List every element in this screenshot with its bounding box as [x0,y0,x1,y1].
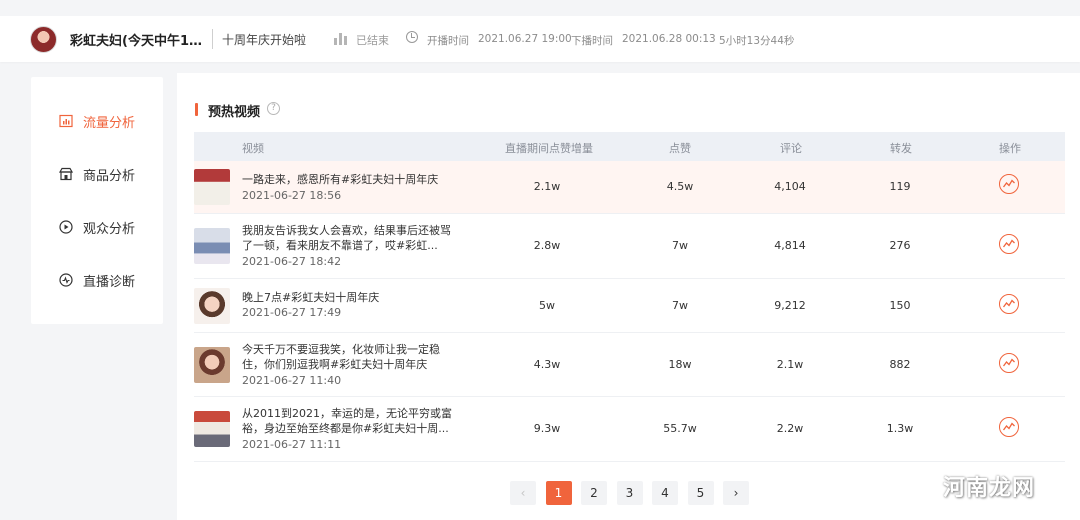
watermark: 河南龙网 [943,476,1036,501]
end-time: 2021.06.28 00:13 [622,33,716,45]
video-title[interactable]: 今天千万不要逗我笑，化妆师让我一定稳住，你们别逗我啊#彩虹夫妇十周年庆 [242,342,452,372]
live-status: 已结束 [356,34,389,47]
sidebar-item-products[interactable]: 商品分析 [58,164,136,184]
likes-value: 18w [668,358,692,371]
video-date: 2021-06-27 11:40 [242,374,342,387]
video-title[interactable]: 从2011到2021，幸运的是，无论平穷或富裕，身边至始至终都是你#彩虹夫妇十周… [242,406,452,436]
trend-chart-icon[interactable] [999,294,1019,314]
comments-value: 2.1w [776,358,804,371]
video-title[interactable]: 我朋友告诉我女人会喜欢，结果事后还被骂了一顿，看来朋友不靠谱了，哎#彩虹... [242,223,452,253]
start-time: 2021.06.27 19:00 [478,33,572,45]
sidebar-item-traffic[interactable]: 流量分析 [59,111,135,131]
likes-value: 55.7w [663,422,697,435]
shares-value: 1.3w [886,422,914,435]
likes-value: 7w [672,239,688,252]
video-thumbnail[interactable] [194,288,230,324]
start-label: 开播时间 [427,35,469,47]
like-increase-value: 5w [539,299,555,312]
comments-value: 4,104 [774,180,806,193]
like-increase-value: 9.3w [533,422,561,435]
bar-chart-icon [59,114,73,128]
video-date: 2021-06-27 18:42 [242,255,342,268]
bar-chart-icon [334,32,348,45]
trend-chart-icon[interactable] [999,353,1019,373]
video-date: 2021-06-27 11:11 [242,438,342,451]
video-title[interactable]: 晚上7点#彩虹夫妇十周年庆 [242,290,452,305]
video-thumbnail[interactable] [194,411,230,447]
shares-value: 276 [889,239,911,252]
table-row[interactable]: 从2011到2021，幸运的是，无论平穷或富裕，身边至始至终都是你#彩虹夫妇十周… [194,397,1065,462]
sidebar-item-diagnosis[interactable]: 直播诊断 [59,270,135,290]
host-name[interactable]: 彩虹夫妇(今天中午12... [70,30,205,49]
like-increase-value: 4.3w [533,358,561,371]
table-row[interactable]: 晚上7点#彩虹夫妇十周年庆 2021-06-27 17:49 5w 7w 9,2… [194,279,1065,333]
table-header: 视频 直播期间点赞增量 点赞 评论 转发 操作 [194,132,1065,161]
live-header: 彩虹夫妇(今天中午12... 十周年庆开始啦 已结束 开播时间 2021.06.… [0,16,1080,62]
column-header-actions: 操作 [999,142,1021,155]
column-header-video: 视频 [242,142,264,155]
likes-value: 7w [672,299,688,312]
video-date: 2021-06-27 17:49 [242,306,342,319]
like-increase-value: 2.1w [533,180,561,193]
comments-value: 4,814 [774,239,806,252]
preheat-video-table: 视频 直播期间点赞增量 点赞 评论 转发 操作 一路走来，感恩所有#彩虹夫妇十周… [194,132,1065,462]
trend-chart-icon[interactable] [999,417,1019,437]
live-title: 十周年庆开始啦 [222,33,307,47]
column-header-like-increase: 直播期间点赞增量 [505,142,593,155]
column-header-shares: 转发 [890,142,912,155]
sidebar-item-audience[interactable]: 观众分析 [59,217,135,237]
section-title: 预热视频 [208,105,261,120]
play-circle-icon [59,220,73,234]
table-row[interactable]: 一路走来，感恩所有#彩虹夫妇十周年庆 2021-06-27 18:56 2.1w… [194,161,1065,214]
shop-icon [58,167,74,181]
likes-value: 4.5w [666,180,694,193]
video-thumbnail[interactable] [194,347,230,383]
avatar[interactable] [30,26,57,53]
end-label: 下播时间 [571,35,613,47]
like-increase-value: 2.8w [533,239,561,252]
live-duration: 5小时13分44秒 [719,35,795,47]
comments-value: 2.2w [776,422,804,435]
table-row[interactable]: 我朋友告诉我女人会喜欢，结果事后还被骂了一顿，看来朋友不靠谱了，哎#彩虹... … [194,214,1065,279]
shares-value: 150 [889,299,911,312]
help-icon[interactable]: ? [267,102,280,115]
video-thumbnail[interactable] [194,228,230,264]
column-header-likes: 点赞 [669,142,691,155]
table-row[interactable]: 今天千万不要逗我笑，化妆师让我一定稳住，你们别逗我啊#彩虹夫妇十周年庆 2021… [194,333,1065,397]
shares-value: 882 [889,358,911,371]
sidebar-item-label: 观众分析 [83,221,136,237]
page-button-3[interactable]: 3 [616,481,643,505]
comments-value: 9,212 [774,299,806,312]
section-marker [195,103,198,116]
shares-value: 119 [889,180,911,193]
next-page-button[interactable]: › [723,481,749,505]
sidebar-item-label: 商品分析 [83,168,136,184]
sidebar-item-label: 直播诊断 [83,274,136,290]
sidebar-item-label: 流量分析 [83,115,136,131]
video-title[interactable]: 一路走来，感恩所有#彩虹夫妇十周年庆 [242,172,452,187]
clock-icon [406,31,418,43]
trend-chart-icon[interactable] [999,174,1019,194]
video-thumbnail[interactable] [194,169,230,205]
main-panel: 预热视频 ? 视频 直播期间点赞增量 点赞 评论 转发 操作 一路走来，感恩所有… [177,73,1080,520]
page-button-2[interactable]: 2 [581,481,607,505]
pagination: ‹ 1 2 3 4 5 › [510,481,759,505]
video-date: 2021-06-27 18:56 [242,189,342,202]
divider [212,29,213,49]
page-button-5[interactable]: 5 [687,481,714,505]
trend-chart-icon[interactable] [999,234,1019,254]
prev-page-button[interactable]: ‹ [510,481,536,505]
page-button-4[interactable]: 4 [652,481,678,505]
column-header-comments: 评论 [780,142,802,155]
diagnose-icon [59,273,73,287]
sidebar-nav: 流量分析 商品分析 观众分析 直播诊断 [31,77,163,324]
page-button-1[interactable]: 1 [545,481,572,505]
